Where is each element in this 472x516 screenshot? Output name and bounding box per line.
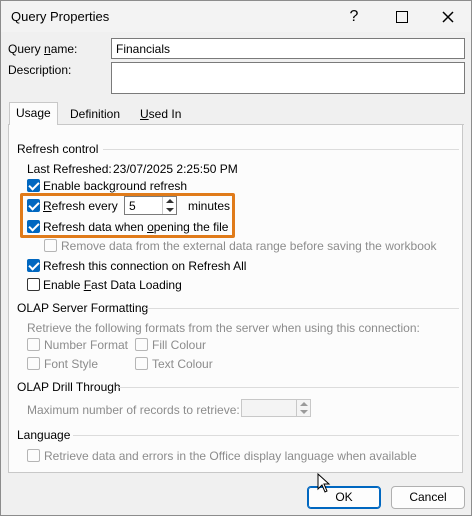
close-button[interactable] [425,1,471,32]
text-colour-checkbox[interactable] [135,357,148,370]
tab-usage-label: Usage [16,106,51,120]
tab-usage[interactable]: Usage [9,102,58,125]
olap-drill-heading: OLAP Drill Through [17,380,121,394]
query-name-label: Query name: [8,42,78,56]
refresh-minutes-spinner[interactable]: 5 [124,196,177,215]
refresh-all-checkbox[interactable] [27,259,40,272]
olap-formatting-subtitle: Retrieve the following formats from the … [27,321,420,335]
font-style-checkbox[interactable] [27,357,40,370]
refresh-every-checkbox[interactable] [27,199,40,212]
help-icon: ? [349,7,359,25]
tab-definition[interactable]: Definition [64,104,126,125]
query-name-input[interactable]: Financials [111,38,465,59]
cancel-button[interactable]: Cancel [391,486,465,509]
background-refresh-label[interactable]: Enable background refresh [43,179,187,193]
refresh-minutes-unit: minutes [188,199,231,213]
last-refreshed-value: 23/07/2025 2:25:50 PM [113,162,238,176]
tab-used-in-label: sed In [148,107,182,121]
refresh-on-open-label[interactable]: Refresh data when opening the file [43,220,228,234]
max-records-arrows[interactable] [296,400,310,416]
remove-data-label: Remove data from the external data range… [61,239,437,253]
font-style-label: Font Style [44,357,99,371]
maximize-button[interactable] [379,1,425,32]
remove-data-checkbox[interactable] [44,239,57,252]
max-records-label: Maximum number of records to retrieve: [27,403,240,417]
tab-used-in[interactable]: Used In [134,104,187,125]
fill-colour-checkbox[interactable] [135,338,148,351]
background-refresh-checkbox[interactable] [27,179,40,192]
mouse-cursor-icon [317,473,331,493]
max-records-spinner[interactable] [241,399,311,417]
description-label: Description: [8,63,72,77]
refresh-on-open-checkbox[interactable] [27,220,40,233]
language-heading: Language [17,428,71,442]
close-icon [442,10,454,23]
spin-up-icon[interactable] [166,199,174,203]
last-refreshed-label: Last Refreshed: [27,162,112,176]
usage-panel [8,125,463,473]
olap-formatting-heading: OLAP Server Formatting [17,301,149,315]
language-label: Retrieve data and errors in the Office d… [44,449,417,463]
maximize-icon [396,10,408,23]
number-format-label: Number Format [44,338,129,352]
spinner-arrows[interactable] [162,197,176,214]
tab-definition-label: Definition [70,107,121,121]
refresh-control-heading: Refresh control [17,142,99,156]
number-format-checkbox[interactable] [27,338,40,351]
text-colour-label: Text Colour [152,357,213,371]
refresh-all-label[interactable]: Refresh this connection on Refresh All [43,259,246,273]
window-title: Query Properties [11,9,110,24]
olap-drill-separator [119,387,459,388]
fast-load-checkbox[interactable] [27,278,40,291]
olap-formatting-separator [144,308,459,309]
query-properties-dialog: Query Properties ? Query name: Financial… [0,0,472,516]
refresh-control-separator [103,149,459,150]
help-button[interactable]: ? [331,1,377,32]
title-bar: Query Properties ? [1,1,471,32]
max-records-up-icon[interactable] [300,402,308,406]
fill-colour-label: Fill Colour [152,338,207,352]
query-name-value: Financials [116,42,171,56]
language-separator [73,435,459,436]
refresh-every-label[interactable]: Refresh every [43,199,118,213]
fast-load-label[interactable]: Enable Fast Data Loading [43,278,182,292]
max-records-down-icon[interactable] [300,410,308,414]
spin-down-icon[interactable] [166,208,174,212]
tab-used-in-accel: U [140,107,149,121]
refresh-minutes-value: 5 [129,199,136,213]
description-input[interactable] [111,62,465,94]
language-checkbox[interactable] [27,449,40,462]
